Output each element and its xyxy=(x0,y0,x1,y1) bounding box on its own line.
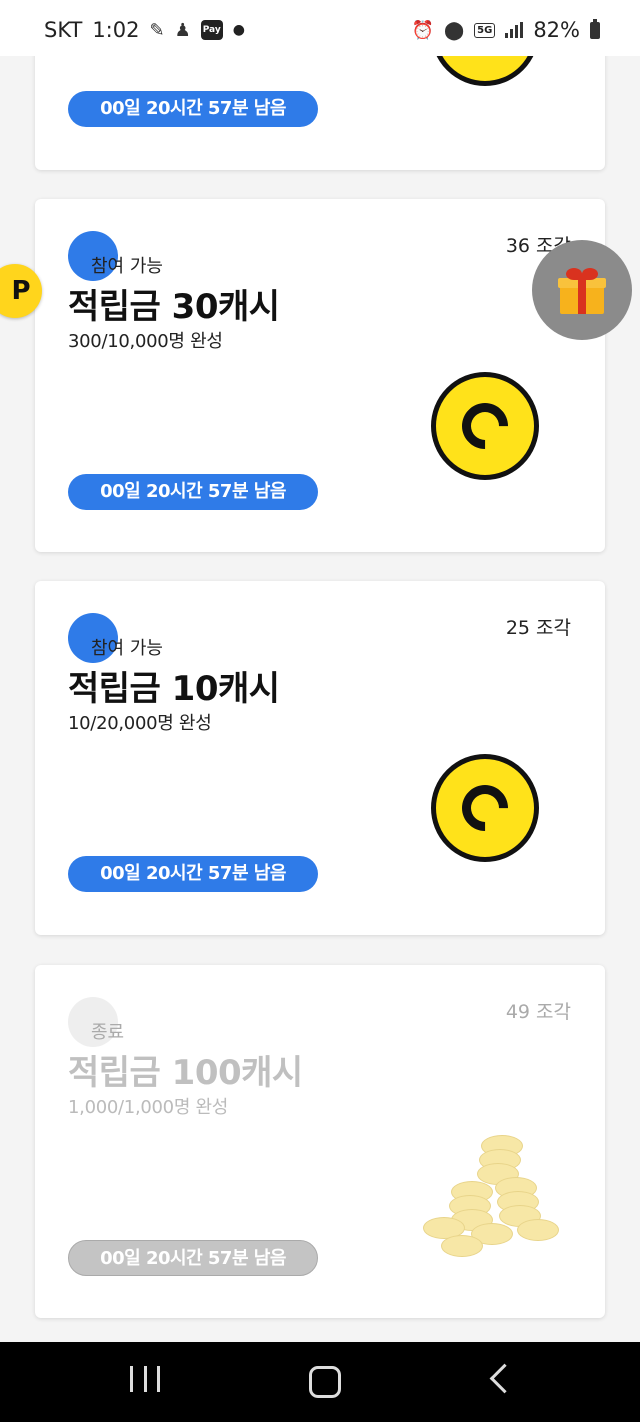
card-title: 적립금 30캐시 xyxy=(68,287,280,327)
time-remaining-pill: 00일 20시간 57분 남음 xyxy=(68,1240,318,1276)
status-badge: 참여 가능 xyxy=(91,256,163,277)
pieces-count: 49 조각 xyxy=(505,1001,571,1023)
recent-apps-button[interactable] xyxy=(130,1366,160,1396)
event-card[interactable]: 참여 가능 25 조각 적립금 10캐시 10/20,000명 완성 00일 2… xyxy=(35,581,605,935)
point-label: P xyxy=(11,276,31,306)
cash-coin-icon xyxy=(431,754,539,862)
pay-icon: Pay xyxy=(200,20,223,40)
carrier-label: SKT xyxy=(44,18,83,42)
edit-icon: ✎ xyxy=(149,19,165,41)
system-nav-bar xyxy=(0,1342,640,1422)
alarm-icon: ⏰ xyxy=(411,19,434,41)
gift-icon xyxy=(558,268,606,314)
back-button[interactable] xyxy=(489,1363,520,1394)
cash-coin-icon xyxy=(431,372,539,480)
network-icon: 5G xyxy=(474,22,496,38)
event-card-ended[interactable]: 종료 49 조각 적립금 100캐시 1,000/1,000명 완성 00일 2… xyxy=(35,965,605,1318)
status-left: SKT 1:02 ✎ ♟ Pay ● xyxy=(44,18,245,42)
notification-dot-icon: ● xyxy=(232,22,245,38)
card-title: 적립금 10캐시 xyxy=(68,669,280,709)
gift-floating-button[interactable] xyxy=(532,240,632,340)
battery-percent: 82% xyxy=(533,18,580,42)
person-icon: ♟ xyxy=(174,19,191,41)
time-remaining-pill: 00일 20시간 57분 남음 xyxy=(68,856,318,892)
time-remaining-pill: 00일 20시간 57분 남음 xyxy=(68,474,318,510)
pieces-count: 25 조각 xyxy=(505,617,571,639)
location-icon: ⬤ xyxy=(443,19,465,41)
participant-progress: 300/10,000명 완성 xyxy=(68,331,223,352)
status-bar: SKT 1:02 ✎ ♟ Pay ● ⏰ ⬤ 5G 82% xyxy=(0,0,640,56)
status-badge: 종료 xyxy=(91,1022,125,1043)
clock: 1:02 xyxy=(92,18,140,42)
status-badge: 참여 가능 xyxy=(91,638,163,659)
status-right: ⏰ ⬤ 5G 82% xyxy=(412,18,600,42)
time-remaining-pill: 00일 20시간 57분 남음 xyxy=(68,91,318,127)
card-title: 적립금 100캐시 xyxy=(68,1053,303,1093)
participant-progress: 10/20,000명 완성 xyxy=(68,713,212,734)
participant-progress: 1,000/1,000명 완성 xyxy=(68,1097,229,1118)
home-button[interactable] xyxy=(309,1366,341,1398)
battery-icon xyxy=(590,18,600,39)
signal-icon xyxy=(505,22,524,38)
coin-stack-icon xyxy=(421,1125,561,1265)
event-card[interactable]: 참여 가능 36 조각 적립금 30캐시 300/10,000명 완성 00일 … xyxy=(35,199,605,552)
